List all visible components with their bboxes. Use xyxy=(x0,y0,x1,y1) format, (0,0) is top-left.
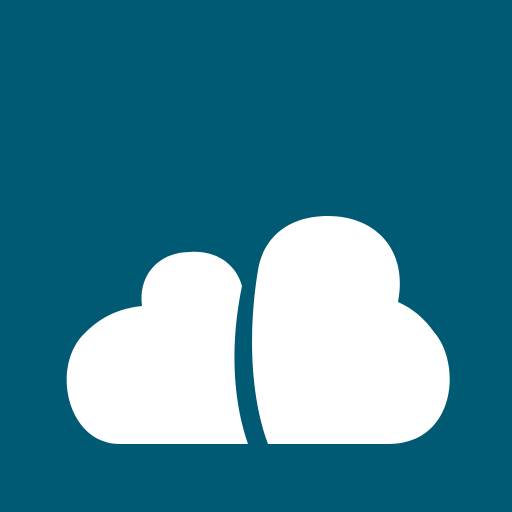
cloud-icon xyxy=(66,216,450,444)
app-icon-tile xyxy=(0,0,512,512)
cloud-left-lobe xyxy=(66,251,248,444)
cloud-right-lobe xyxy=(252,216,450,444)
